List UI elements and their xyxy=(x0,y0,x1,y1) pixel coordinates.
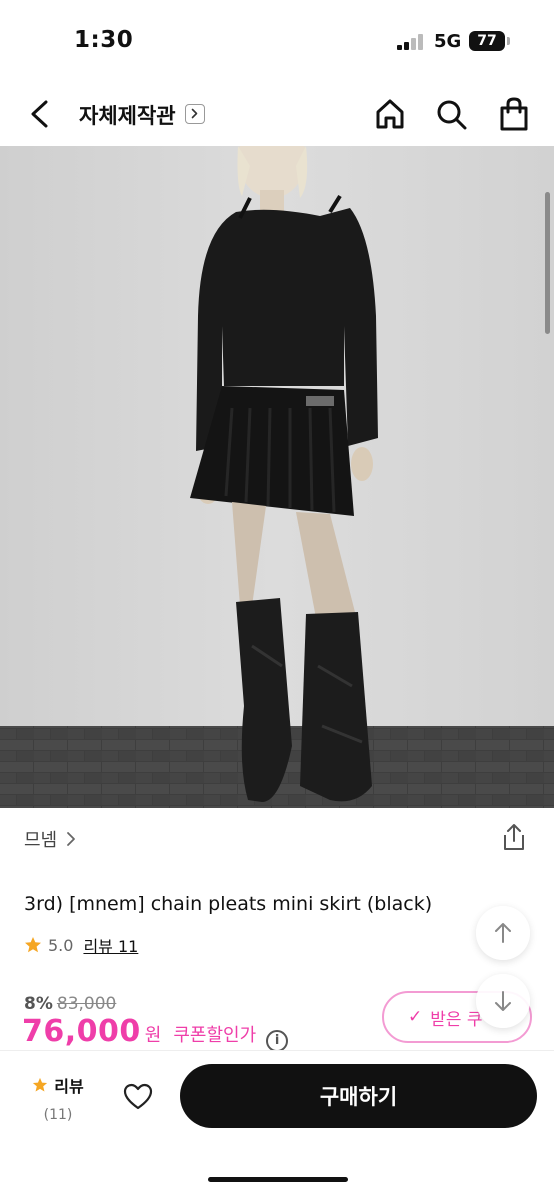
shop-link-button[interactable] xyxy=(185,104,205,124)
signal-icon xyxy=(397,34,425,50)
brand-name: 므넴 xyxy=(24,830,58,851)
shopping-bag-icon xyxy=(500,97,528,131)
sale-price: 76,000 xyxy=(22,1014,141,1049)
heart-icon xyxy=(123,1083,153,1110)
coupon-button-label: 받은 쿠 xyxy=(430,1009,483,1030)
share-icon xyxy=(504,824,524,850)
product-photo xyxy=(0,146,554,808)
info-icon[interactable]: i xyxy=(266,1030,289,1052)
scroll-top-button[interactable] xyxy=(476,906,530,960)
battery-icon: 77 xyxy=(469,31,510,51)
arrow-down-icon xyxy=(495,991,511,1011)
review-summary-count: (11) xyxy=(43,1107,73,1123)
coupon-price-label: 쿠폰할인가 xyxy=(173,1025,257,1046)
shop-title[interactable]: 자체제작관 xyxy=(79,100,176,130)
status-bar: 1:30 5G 77 xyxy=(0,0,554,80)
scroll-bottom-button[interactable] xyxy=(476,974,530,1028)
discount-rate: 8% xyxy=(24,994,53,1014)
product-image[interactable] xyxy=(0,146,554,808)
original-price: 83,000 xyxy=(56,994,117,1014)
home-indicator xyxy=(208,1177,348,1182)
network-label: 5G xyxy=(434,31,462,52)
home-button[interactable] xyxy=(372,94,408,134)
rating-row: 5.0 리뷰 11 xyxy=(24,933,138,957)
star-icon xyxy=(33,1077,48,1092)
review-link[interactable]: 리뷰 11 xyxy=(83,933,138,957)
buy-button[interactable]: 구매하기 xyxy=(180,1064,537,1128)
price-row: 76,000 원 쿠폰할인가 i xyxy=(22,1014,289,1052)
rating-score: 5.0 xyxy=(48,935,74,955)
search-icon xyxy=(437,100,467,130)
brand-link[interactable]: 므넴 xyxy=(24,826,77,852)
product-title: 3rd) [mnem] chain pleats mini skirt (bla… xyxy=(24,893,433,915)
search-button[interactable] xyxy=(434,94,470,134)
star-icon xyxy=(25,937,41,953)
chevron-right-icon xyxy=(191,108,198,119)
status-time: 1:30 xyxy=(74,27,134,53)
review-summary-button[interactable]: 리뷰 (11) xyxy=(28,1073,88,1123)
currency-unit: 원 xyxy=(144,1025,162,1046)
back-icon xyxy=(31,100,48,128)
wishlist-button[interactable] xyxy=(122,1081,154,1113)
top-navigation: 자체제작관 xyxy=(0,80,554,146)
discount-row: 8% 83,000 xyxy=(24,994,116,1014)
home-icon xyxy=(376,99,404,129)
scroll-indicator xyxy=(545,192,550,334)
back-button[interactable] xyxy=(22,94,58,134)
arrow-up-icon xyxy=(495,923,511,943)
chevron-right-icon xyxy=(67,832,76,846)
share-button[interactable] xyxy=(500,822,528,852)
bottom-action-bar: 리뷰 (11) 구매하기 xyxy=(0,1050,554,1200)
review-summary-label: 리뷰 xyxy=(54,1077,84,1096)
check-icon: ✓ xyxy=(408,1007,423,1027)
cart-button[interactable] xyxy=(496,94,532,134)
